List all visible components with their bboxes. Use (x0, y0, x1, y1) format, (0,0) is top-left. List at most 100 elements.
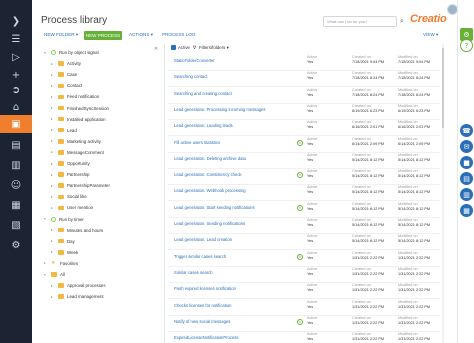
process-name-link[interactable]: Trigger similar cases search (174, 254, 226, 259)
menu-icon[interactable]: ☰ (0, 30, 32, 48)
list-row[interactable]: Searching contact Active Yes Created on 7/18… (168, 69, 440, 88)
folder-tree-item[interactable]: ▸ Social like (51, 192, 87, 201)
chevron-icon[interactable]: ▸ (51, 139, 55, 143)
email-icon[interactable]: ✉ (460, 140, 473, 153)
list-row[interactable]: Push expired licenses notification Active… (168, 281, 440, 300)
settings-icon[interactable]: ⚙ (0, 236, 32, 254)
process-schema-icon[interactable]: ↻ (297, 139, 303, 146)
process-name-link[interactable]: Lead generation. Start sending notificat… (174, 205, 255, 210)
process-name-link[interactable]: Fill active users statistics (174, 140, 220, 145)
list-row[interactable]: Lead generation. Start sending notificat… (168, 200, 440, 218)
process-schema-icon[interactable]: ↻ (297, 172, 303, 179)
actions-button[interactable]: ACTIONS ▾ (129, 32, 153, 38)
process-name-link[interactable]: Lead generation. Lead creation (174, 237, 232, 242)
chevron-icon[interactable]: ▸ (51, 150, 55, 154)
process-name-link[interactable]: Push expired licenses notification (174, 286, 236, 291)
process-name-link[interactable]: Similar cases search (174, 270, 213, 275)
filters-folders-button[interactable]: Filters/folders ▾ (199, 45, 229, 51)
phone-icon[interactable]: ☎ (460, 124, 473, 137)
chevron-icon[interactable]: ▸ (51, 228, 55, 232)
process-name-link[interactable]: Checks licenses for notification (174, 303, 232, 308)
chevron-icon[interactable]: ▸ (51, 206, 55, 210)
home-icon[interactable]: ⌂ (0, 98, 32, 116)
list-row[interactable]: Similar cases search Active Yes Created on 1… (168, 265, 440, 283)
chevron-icon[interactable]: ▸ (51, 184, 55, 188)
arrow-circle-icon[interactable]: ➲ (0, 81, 32, 99)
folder-tree-item[interactable]: ▸ Lead management (51, 292, 104, 301)
folder-tree-item[interactable]: ▸ Approval processes (51, 281, 106, 290)
list-row[interactable]: StaticFolderConverter Active Yes Created on… (168, 53, 440, 71)
process-schema-icon[interactable]: ↻ (297, 318, 303, 325)
process-name-link[interactable]: Lead generation. Consistency check (174, 172, 242, 177)
chevron-icon[interactable]: ▸ (51, 106, 55, 110)
chat-icon[interactable]: ■ (460, 156, 473, 169)
document-icon[interactable]: ▧ (0, 216, 32, 234)
chevron-icon[interactable]: ▸ (51, 62, 55, 66)
process-schema-icon[interactable]: ↻ (297, 204, 303, 211)
expand-chevron-icon[interactable]: ❯ (0, 12, 32, 30)
play-icon[interactable]: ▷ (0, 48, 32, 66)
list-row[interactable]: Lead generation. Sending notifications Ac… (168, 216, 440, 234)
folder-tree-item[interactable]: ▾ Run by object signal (44, 48, 99, 57)
new-process-button[interactable]: NEW PROCESS (84, 31, 122, 40)
folder-tree-item[interactable]: ▸ Opportunity (51, 159, 90, 168)
active-filter-checkbox[interactable] (171, 45, 176, 50)
folder-tree-item[interactable]: ▸ Minutes and hours (51, 226, 103, 235)
folder-tree-item[interactable]: ▸ Day (51, 237, 75, 246)
process-name-link[interactable]: Searching contact (174, 74, 208, 79)
chevron-icon[interactable]: ▸ (51, 295, 55, 299)
folder-tree-item[interactable]: ▸ Lead (51, 126, 77, 135)
list-row[interactable]: Lead generation. Webhook processing Activ… (168, 183, 440, 202)
list-scrollbar-thumb[interactable] (442, 48, 444, 128)
list-row[interactable]: Lead generation. Consistency check ↻ Activ… (168, 167, 440, 186)
list-row[interactable]: ExpiredLicenseNotificationProcess Active Y… (168, 330, 440, 343)
process-name-link[interactable]: Lead generation. Processing incoming mes… (174, 107, 265, 112)
process-name-link[interactable]: Lead generation. Loading leads (174, 123, 233, 128)
list-row[interactable]: Lead generation. Processing incoming mes… (168, 102, 440, 120)
filter-icon[interactable]: ∇ (193, 45, 196, 51)
folder-tree-item[interactable]: ▸ Contact (51, 81, 82, 90)
chevron-icon[interactable]: ▾ (44, 51, 48, 55)
list-row[interactable]: Lead generation. Loading leads Active Yes C… (168, 118, 440, 137)
folder-tree-item[interactable]: ▸ Installed application (51, 115, 106, 124)
view-button[interactable]: VIEW ▾ (423, 32, 438, 38)
chevron-icon[interactable]: ▸ (51, 239, 55, 243)
notifications-icon[interactable]: ▥ (460, 188, 473, 201)
list-row[interactable]: Checks licenses for notification Active Ye… (168, 298, 440, 316)
list-row[interactable]: Searching and creating contact Active Yes C… (168, 86, 440, 104)
chevron-icon[interactable]: ▾ (44, 273, 48, 277)
new-folder-button[interactable]: NEW FOLDER ▾ (44, 32, 78, 38)
process-name-link[interactable]: StaticFolderConverter (174, 58, 215, 63)
chart-icon[interactable]: ▥ (0, 156, 32, 174)
folder-tree-item[interactable]: ▸ Partnership (51, 170, 89, 179)
process-name-link[interactable]: Lead generation. Webhook processing (174, 188, 246, 193)
chevron-icon[interactable]: ▸ (44, 261, 48, 265)
search-input[interactable]: What can I do for you? (323, 16, 397, 27)
feed-icon[interactable]: ▤ (460, 172, 473, 185)
process-name-link[interactable]: Notify of new social messages (174, 319, 230, 324)
list-row[interactable]: Lead generation. Deleting archive data Ac… (168, 151, 440, 169)
chevron-icon[interactable]: ▸ (51, 84, 55, 88)
contacts-icon[interactable]: ☺ (0, 176, 32, 194)
folder-tree-item[interactable]: ▸ User mention (51, 203, 93, 212)
help-icon[interactable]: ? (460, 39, 473, 52)
folder-tree-item[interactable]: ▸ MessageComment (51, 148, 104, 157)
process-library-icon[interactable]: ▣ (0, 115, 32, 133)
chevron-icon[interactable]: ▸ (51, 95, 55, 99)
chevron-icon[interactable]: ▸ (51, 173, 55, 177)
process-name-link[interactable]: ExpiredLicenseNotificationProcess (174, 335, 238, 340)
list-row[interactable]: Notify of new social messages ↻ Active Yes C… (168, 314, 440, 332)
chevron-icon[interactable]: ▸ (51, 162, 55, 166)
list-row[interactable]: Fill active users statistics ↻ Active Yes Cr… (168, 135, 440, 153)
chevron-icon[interactable]: ▸ (51, 117, 55, 121)
folder-tree-item[interactable]: ▾ All (44, 270, 65, 279)
close-folders-icon[interactable]: ✕ (154, 46, 158, 52)
process-name-link[interactable]: Lead generation. Sending notifications (174, 221, 245, 226)
chevron-icon[interactable]: ▸ (51, 73, 55, 77)
folder-tree-item[interactable]: ▸ Case (51, 70, 77, 79)
process-schema-icon[interactable]: ↻ (297, 253, 303, 260)
chevron-icon[interactable]: ▸ (51, 250, 55, 254)
calendar-icon[interactable]: ▦ (460, 204, 473, 217)
chevron-icon[interactable]: ▸ (51, 195, 55, 199)
search-icon[interactable]: ⌕ (397, 16, 407, 27)
